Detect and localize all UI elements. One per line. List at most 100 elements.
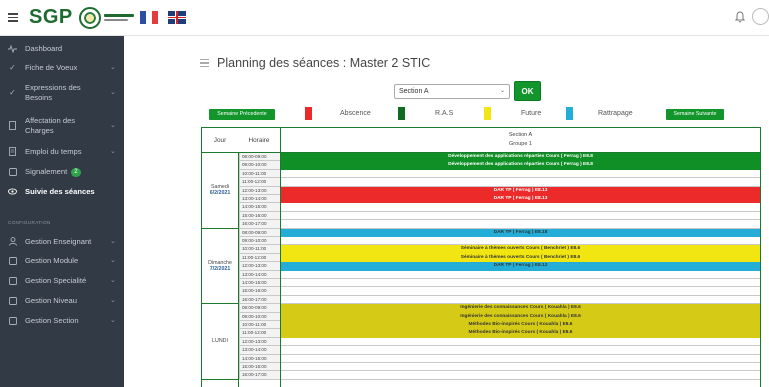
sidebar-item-fiche-de-voeux[interactable]: ✓ Fiche de Voeux ⌄: [0, 63, 124, 73]
previous-week-button[interactable]: Semaine Précedente: [209, 109, 275, 120]
column-header-section: Section A Groupe 1: [280, 128, 760, 153]
schedule-cell[interactable]: [281, 363, 760, 372]
schedule-cell[interactable]: [281, 270, 760, 279]
check-icon: ✓: [9, 63, 16, 72]
day-date: 7/2/2021: [209, 265, 231, 272]
time-slot: 12:00-13:00: [239, 186, 280, 195]
sidebar-item-gestion-enseignant[interactable]: Gestion Enseignant ⌄: [0, 237, 124, 247]
chevron-down-icon: ⌄: [110, 277, 116, 284]
time-slot: 13:00-14:00: [239, 270, 280, 279]
person-icon: [8, 237, 17, 246]
sidebar-item-signalement[interactable]: Signalement 2: [0, 167, 124, 177]
time-slot: 09:00-10:00: [239, 237, 280, 246]
time-slot: 09:00-10:00: [239, 312, 280, 321]
schedule-cell[interactable]: [281, 287, 760, 296]
sidebar-item-label: Gestion Specialité: [25, 276, 87, 285]
flag-uk-icon[interactable]: [167, 11, 186, 24]
time-slot: 08:00-09:00: [239, 228, 280, 237]
schedule-cell[interactable]: [281, 295, 760, 305]
time-slot: 15:00-16:00: [239, 211, 280, 221]
square-icon: [8, 316, 17, 325]
chevron-down-icon: ⌄: [110, 317, 116, 324]
square-icon: [8, 167, 17, 176]
chevron-down-icon: ⌄: [110, 64, 116, 71]
chevron-down-icon: ⌄: [110, 257, 116, 264]
flag-france-icon[interactable]: [139, 11, 158, 24]
sidebar: Dashboard ✓ Fiche de Voeux ⌄ ✓ Expressio…: [0, 36, 124, 387]
session-block[interactable]: Ingénierie des connaissances Cours ( Kou…: [281, 312, 760, 321]
chevron-down-icon: ⌄: [110, 238, 116, 245]
menu-icon[interactable]: [8, 13, 18, 22]
time-slot: 08:00-09:00: [239, 153, 280, 162]
sidebar-item-affectation-des-charges[interactable]: Affectation des Charges ⌄: [0, 116, 124, 136]
legend-label-absence: Abscence: [340, 110, 371, 117]
chevron-down-icon: ⌄: [110, 89, 116, 96]
sidebar-item-expressions-des-besoins[interactable]: ✓ Expressions des Besoins ⌄: [0, 83, 124, 103]
column-header-jour: Jour: [202, 128, 238, 153]
time-slot: 16:00-17:00: [239, 295, 280, 305]
day-name: LUNDI: [212, 338, 228, 345]
sidebar-item-suivie-des-seances[interactable]: Suivie des séances: [0, 187, 124, 197]
university-logo-text: [103, 11, 134, 25]
schedule-cell[interactable]: [281, 203, 760, 212]
square-icon: [8, 276, 17, 285]
chevron-down-icon: ⌄: [499, 88, 505, 94]
user-avatar-icon[interactable]: [752, 8, 769, 25]
section-select[interactable]: Section A ⌄: [394, 84, 510, 99]
session-block[interactable]: Méthodes Bio-inspirés Cours ( Kouahla ) …: [281, 329, 760, 338]
session-block[interactable]: Séminaire à thèmes ouverts Cours ( Bench…: [281, 253, 760, 263]
session-block[interactable]: Méthodes Bio-inspirés Cours ( Kouahla ) …: [281, 321, 760, 330]
time-slot: 10:00-11:00: [239, 321, 280, 330]
section-select-value: Section A: [399, 88, 429, 95]
session-block[interactable]: DAR TP ( Ferrag ) E8.18: [281, 228, 760, 237]
sidebar-item-label: Expressions des Besoins: [25, 83, 81, 102]
session-block[interactable]: DAR TP ( Ferrag ) E8.12: [281, 262, 760, 271]
session-block[interactable]: Séminaire à thèmes ouverts Cours ( Bench…: [281, 245, 760, 254]
sidebar-item-label: Fiche de Voeux: [25, 63, 78, 72]
schedule-cell[interactable]: [281, 371, 760, 380]
session-block[interactable]: DAR TP ( Ferrag ) E8.13: [281, 186, 760, 195]
schedule-cell[interactable]: [281, 279, 760, 288]
schedule-cell[interactable]: [281, 337, 760, 347]
session-block[interactable]: Développement des applications réparties…: [281, 161, 760, 170]
time-slot: 14:00-15:00: [239, 354, 280, 363]
sidebar-item-label: Affectation des Charges: [25, 116, 76, 135]
schedule-cell[interactable]: [281, 178, 760, 187]
sidebar-item-gestion-specialite[interactable]: Gestion Specialité ⌄: [0, 276, 124, 286]
main-content: Planning des séances : Master 2 STIC Sec…: [124, 36, 769, 387]
schedule-cell[interactable]: [281, 237, 760, 246]
eye-icon: [8, 187, 17, 196]
legend-label-future: Future: [521, 110, 542, 117]
legend-swatch-rattrapage: [566, 107, 573, 120]
sidebar-item-label: Gestion Enseignant: [25, 237, 92, 246]
sidebar-item-label: Dashboard: [25, 44, 63, 53]
legend-swatch-absence: [305, 107, 312, 120]
app-brand[interactable]: SGP: [29, 6, 73, 29]
sidebar-item-dashboard[interactable]: Dashboard: [0, 44, 124, 54]
sidebar-item-gestion-niveau[interactable]: Gestion Niveau ⌄: [0, 296, 124, 306]
schedule-cell[interactable]: [281, 346, 760, 355]
session-block[interactable]: DAR TP ( Ferrag ) E8.13: [281, 195, 760, 204]
legend-swatch-ras: [398, 107, 405, 120]
legend-label-rattrapage: Rattrapage: [598, 110, 633, 117]
sidebar-item-label: Signalement: [25, 167, 68, 176]
next-week-button[interactable]: Semaine Suivante: [666, 109, 724, 120]
chevron-down-icon: ⌄: [110, 122, 116, 129]
sidebar-item-emploi-du-temps[interactable]: Emploi du temps ⌄: [0, 147, 124, 157]
time-slot: 11:00-12:00: [239, 253, 280, 263]
schedule-cell[interactable]: [281, 220, 760, 229]
schedule-cell[interactable]: [281, 211, 760, 221]
bell-icon[interactable]: [735, 11, 745, 23]
sidebar-item-gestion-section[interactable]: Gestion Section ⌄: [0, 316, 124, 326]
schedule-cell[interactable]: [281, 169, 760, 179]
sidebar-item-gestion-module[interactable]: Gestion Module ⌄: [0, 256, 124, 266]
day-cell: Dimanche 7/2/2021: [202, 229, 238, 305]
sidebar-item-label: Gestion Module: [25, 256, 79, 265]
session-block[interactable]: Ingénierie des connaissances Cours ( Kou…: [281, 304, 760, 313]
time-slot: 11:00-12:00: [239, 178, 280, 187]
square-icon: [8, 296, 17, 305]
session-block[interactable]: Développement des applications réparties…: [281, 153, 760, 162]
schedule-cell[interactable]: [281, 354, 760, 363]
time-slot: 13:00-14:00: [239, 346, 280, 355]
ok-button[interactable]: OK: [514, 81, 541, 101]
